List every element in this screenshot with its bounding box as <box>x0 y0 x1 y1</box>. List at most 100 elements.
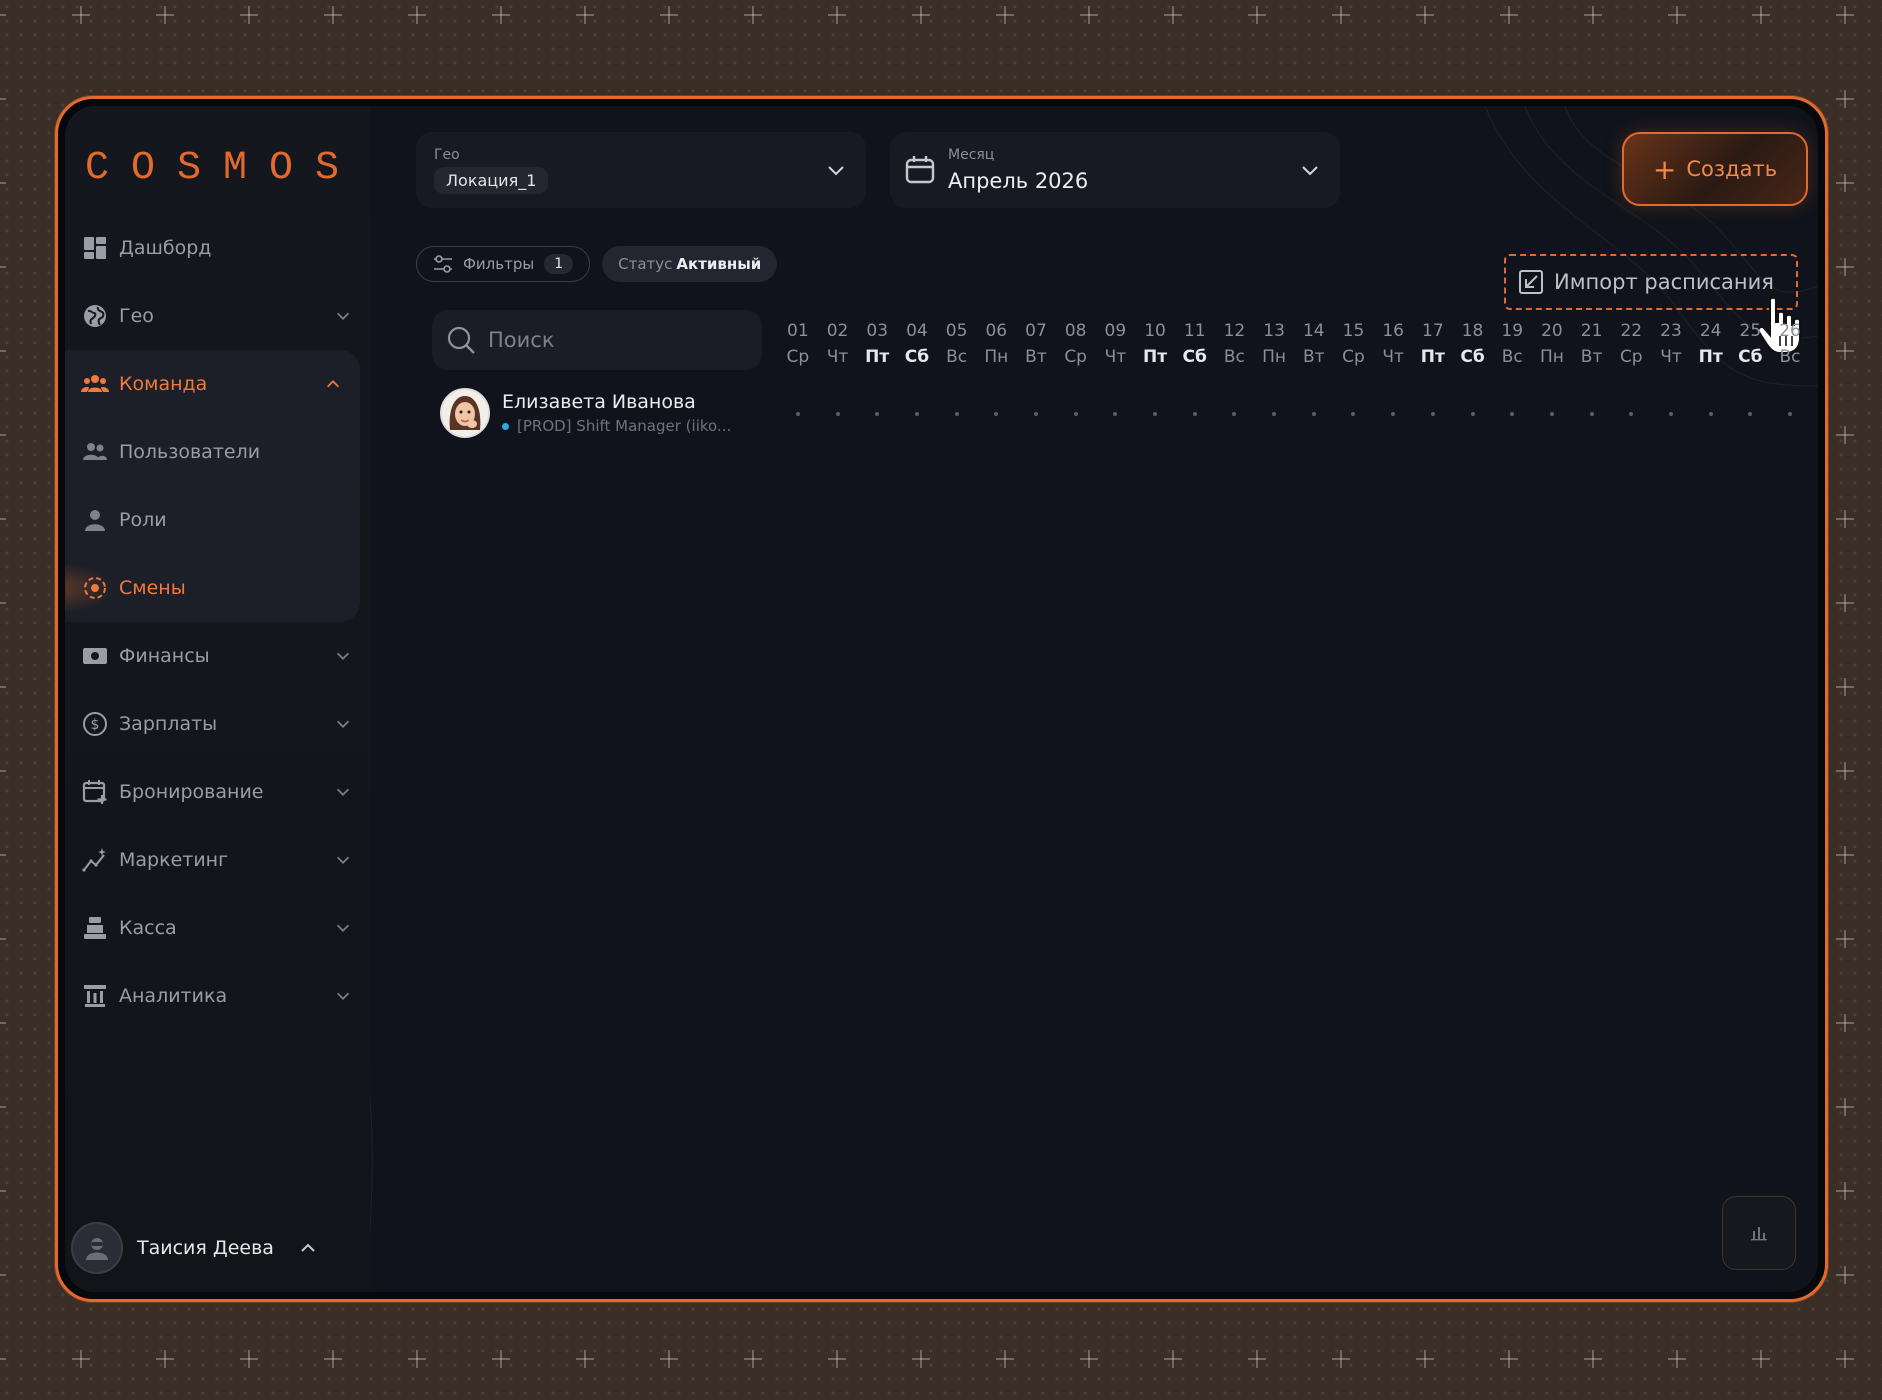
shift-cell[interactable] <box>976 412 1016 416</box>
employee-row[interactable]: Елизавета Иванова [PROD] Shift Manager (… <box>440 388 731 438</box>
day-weekday: Вс <box>946 347 968 367</box>
plus-mark-icon <box>828 6 846 24</box>
sidebar-item-label: Касса <box>119 917 177 939</box>
chevron-up-icon <box>301 1243 315 1252</box>
shift-cell[interactable] <box>1373 412 1413 416</box>
sidebar-item-label: Пользователи <box>119 441 261 463</box>
user-menu[interactable]: Таисия Деева <box>71 1222 318 1274</box>
register-icon <box>81 914 109 942</box>
plus-mark-icon <box>0 1350 6 1368</box>
search-placeholder: Поиск <box>488 328 555 352</box>
day-column-header: 09 Чт <box>1096 318 1136 370</box>
shift-cell[interactable] <box>1611 412 1651 416</box>
plus-mark-icon <box>1836 1266 1854 1284</box>
sidebar-item-label: Аналитика <box>119 985 228 1007</box>
stats-button[interactable] <box>1722 1196 1796 1270</box>
chart-sparkle-icon <box>81 846 109 874</box>
day-column-header: 25 Сб <box>1731 318 1771 370</box>
shift-cell[interactable] <box>1413 412 1453 416</box>
shift-cell[interactable] <box>1096 412 1136 416</box>
dollar-circle-icon: $ <box>81 710 109 738</box>
shift-cell[interactable] <box>1334 412 1374 416</box>
employee-role-text: [PROD] Shift Manager (iiko... <box>517 417 732 435</box>
sidebar-item-analytics[interactable]: Аналитика <box>65 962 370 1030</box>
logo: COSMOS <box>85 146 362 191</box>
status-filter-chip[interactable]: Статус Активный <box>602 246 778 282</box>
shift-cell[interactable] <box>1175 412 1215 416</box>
geo-select[interactable]: Гео Локация_1 <box>416 132 866 208</box>
sidebar-item-roles[interactable]: Роли <box>65 486 360 554</box>
import-schedule-label: Импорт расписания <box>1554 270 1774 294</box>
plus-mark-icon <box>0 342 6 360</box>
sidebar: COSMOS Дашборд Гео Команда Пользователи … <box>65 106 370 1292</box>
filters-button[interactable]: Фильтры 1 <box>416 246 591 282</box>
empty-shift-dot-icon <box>1788 412 1793 416</box>
plus-mark-icon <box>1332 6 1350 24</box>
shift-cell[interactable] <box>1453 412 1493 416</box>
sidebar-item-cashbox[interactable]: Касса <box>65 894 370 962</box>
day-weekday: Чт <box>826 347 849 367</box>
shift-cell[interactable] <box>937 412 977 416</box>
day-number: 14 <box>1302 321 1325 341</box>
shift-cell[interactable] <box>857 412 897 416</box>
plus-mark-icon <box>1248 1350 1266 1368</box>
day-number: 10 <box>1144 321 1166 341</box>
sidebar-item-users[interactable]: Пользователи <box>65 418 360 486</box>
month-value: Апрель 2026 <box>948 169 1089 193</box>
day-number: 09 <box>1104 321 1127 341</box>
calendar-icon <box>905 156 935 184</box>
sidebar-item-shifts[interactable]: Смены <box>65 554 360 622</box>
shift-cell[interactable] <box>1294 412 1334 416</box>
day-column-header: 01 Ср <box>778 318 818 370</box>
shift-cell[interactable] <box>778 412 818 416</box>
shift-cell[interactable] <box>1731 412 1771 416</box>
shift-cell[interactable] <box>1492 412 1532 416</box>
sidebar-item-geo[interactable]: Гео <box>65 282 370 350</box>
sidebar-item-finance[interactable]: Финансы <box>65 622 370 690</box>
shift-cell[interactable] <box>1254 412 1294 416</box>
shift-cell[interactable] <box>1651 412 1691 416</box>
shift-cell[interactable] <box>1572 412 1612 416</box>
day-weekday: Пт <box>1420 347 1445 367</box>
shift-cell[interactable] <box>1770 412 1810 416</box>
search-input[interactable]: Поиск <box>432 310 762 370</box>
shift-cell[interactable] <box>818 412 858 416</box>
employee-name: Елизавета Иванова <box>502 391 696 413</box>
day-column-header: 16 Чт <box>1373 318 1413 370</box>
team-icon <box>81 370 109 398</box>
plus-mark-icon <box>744 6 762 24</box>
plus-mark-icon <box>1836 762 1854 780</box>
sidebar-item-booking[interactable]: Бронирование <box>65 758 370 826</box>
day-weekday: Ср <box>786 347 810 367</box>
shift-cell[interactable] <box>1691 412 1731 416</box>
status-value: Активный <box>676 255 762 273</box>
plus-mark-icon <box>1500 6 1518 24</box>
svg-text:$: $ <box>91 717 100 733</box>
shift-cell[interactable] <box>1532 412 1572 416</box>
shift-cell[interactable] <box>897 412 937 416</box>
day-column-header: 03 Пт <box>857 318 897 370</box>
day-column-header: 15 Ср <box>1334 318 1374 370</box>
sidebar-item-dashboard[interactable]: Дашборд <box>65 214 370 282</box>
sidebar-item-salaries[interactable]: $ Зарплаты <box>65 690 370 758</box>
filters-count-badge: 1 <box>544 254 574 274</box>
shift-cell[interactable] <box>1016 412 1056 416</box>
sidebar-item-label: Команда <box>119 373 208 395</box>
shift-cell[interactable] <box>1056 412 1096 416</box>
shift-cell[interactable] <box>1135 412 1175 416</box>
sidebar-item-team[interactable]: Команда <box>65 350 360 418</box>
plus-mark-icon <box>1416 1350 1434 1368</box>
sidebar-item-marketing[interactable]: Маркетинг <box>65 826 370 894</box>
chevron-up-icon <box>326 380 340 388</box>
chevron-down-icon <box>336 788 350 796</box>
sidebar-item-label: Финансы <box>119 645 210 667</box>
plus-mark-icon <box>0 1182 6 1200</box>
day-column-header: 20 Пн <box>1532 318 1572 370</box>
shift-cell[interactable] <box>1215 412 1255 416</box>
day-column-header: 02 Чт <box>818 318 858 370</box>
plus-mark-icon <box>1836 930 1854 948</box>
create-button[interactable]: + Создать <box>1622 132 1808 206</box>
import-schedule-button[interactable]: Импорт расписания <box>1504 254 1798 310</box>
month-select[interactable]: Месяц Апрель 2026 <box>890 132 1340 208</box>
day-number: 03 <box>866 321 889 341</box>
